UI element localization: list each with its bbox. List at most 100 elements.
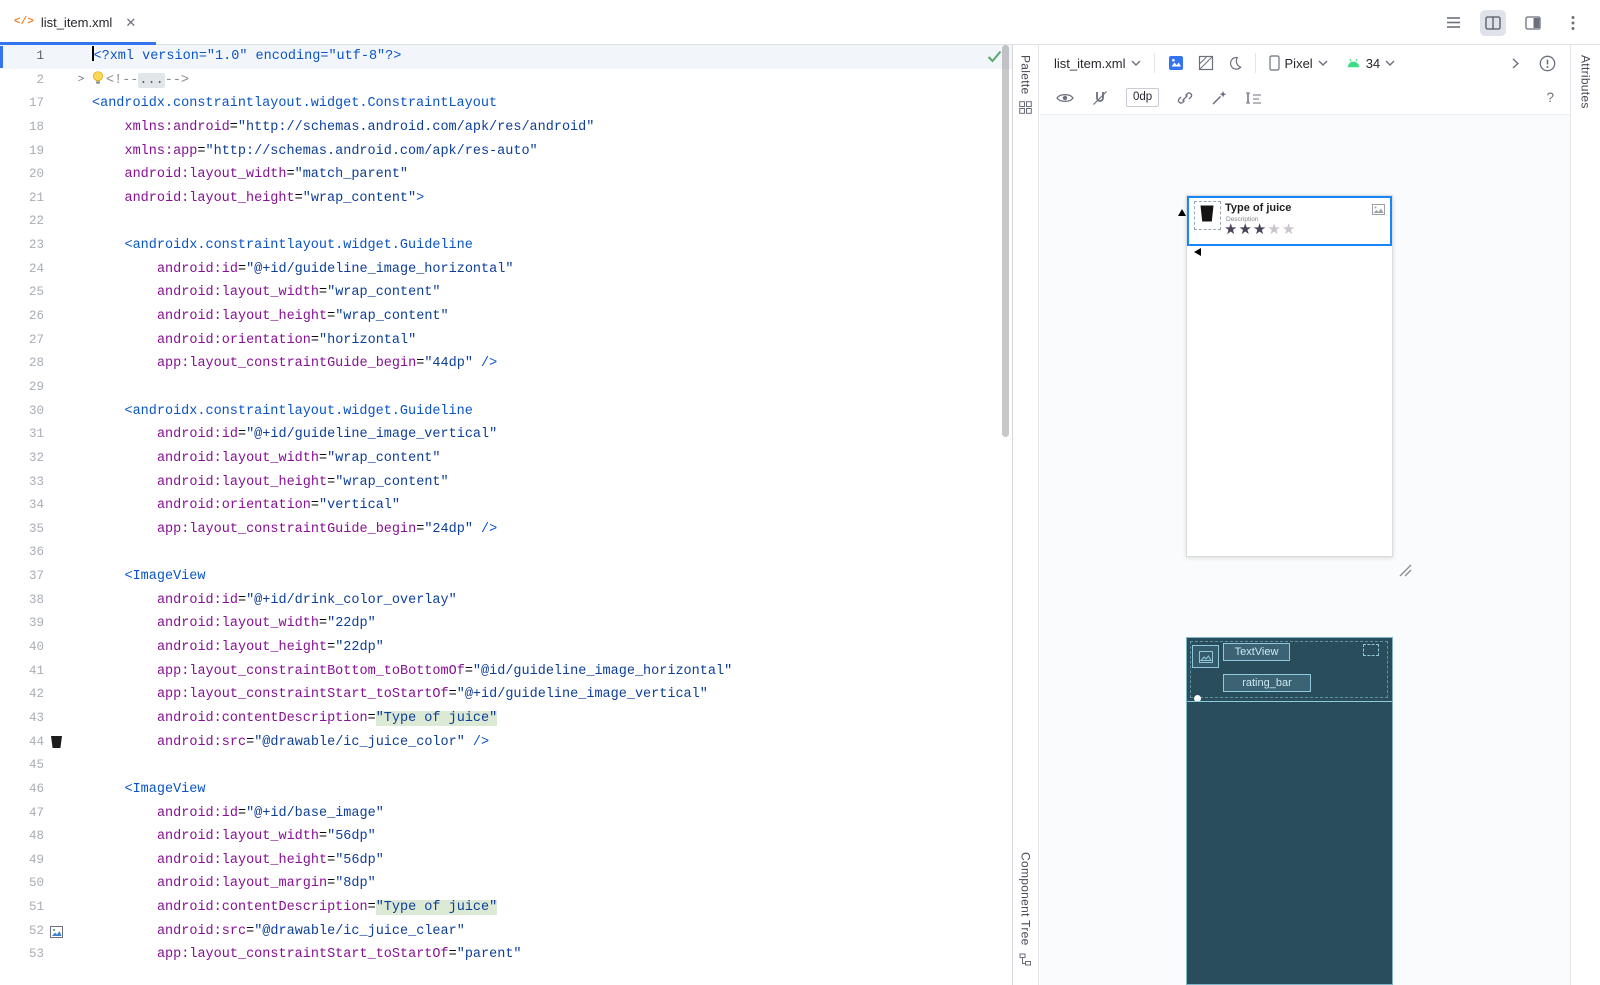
juice-glass-icon[interactable] [1199,204,1215,228]
code-line[interactable]: 35app:layout_constraintGuide_begin="24dp… [0,518,1012,542]
code-text [92,210,1012,234]
gutter-icon-slot [44,329,70,353]
code-line[interactable]: 27android:orientation="horizontal" [0,329,1012,353]
code-line[interactable]: 40android:layout_height="22dp" [0,636,1012,660]
code-line[interactable]: 49android:layout_height="56dp" [0,849,1012,873]
design-file-selector[interactable]: list_item.xml [1054,56,1141,71]
more-options-icon[interactable] [1560,10,1586,36]
palette-tab[interactable]: Palette [1013,55,1038,119]
code-line[interactable]: 25android:layout_width="wrap_content" [0,281,1012,305]
code-line[interactable]: 53app:layout_constraintStart_toStartOf="… [0,943,1012,967]
palette-tab-label: Palette [1019,55,1033,94]
code-line[interactable]: 18xmlns:android="http://schemas.android.… [0,116,1012,140]
gutter-icon-slot [44,281,70,305]
code-line[interactable]: 50android:layout_margin="8dp" [0,872,1012,896]
design-surface-icon[interactable] [1168,55,1184,71]
code-line[interactable]: 30<androidx.constraintlayout.widget.Guid… [0,400,1012,424]
view-options-eye-icon[interactable] [1056,92,1074,104]
code-line[interactable]: 28app:layout_constraintGuide_begin="44dp… [0,352,1012,376]
inspections-ok-icon[interactable] [987,50,1002,68]
code-line[interactable]: 17<androidx.constraintlayout.widget.Cons… [0,92,1012,116]
autoconnect-off-magnet-icon[interactable] [1092,90,1108,106]
code-line[interactable]: 42app:layout_constraintStart_toStartOf="… [0,683,1012,707]
blueprint-mode-icon[interactable] [1198,55,1214,71]
star-icon[interactable]: ★ [1253,221,1267,238]
code-line[interactable]: 43android:contentDescription="Type of ju… [0,707,1012,731]
issues-indicator-icon[interactable] [1539,55,1556,72]
code-line[interactable]: 38android:id="@+id/drink_color_overlay" [0,589,1012,613]
device-selector[interactable]: Pixel [1269,55,1328,71]
attributes-tab[interactable]: Attributes [1571,55,1600,109]
code-line[interactable]: 52android:src="@drawable/ic_juice_clear" [0,920,1012,944]
code-text: android:orientation="vertical" [92,494,1012,518]
file-structure-icon[interactable] [1440,10,1466,36]
blueprint-view[interactable]: TextView rating_bar [1186,637,1393,985]
tab-close-icon[interactable]: ✕ [125,16,136,29]
code-line[interactable]: 20android:layout_width="match_parent" [0,163,1012,187]
help-button[interactable]: ? [1546,90,1554,105]
code-editor[interactable]: 1<?xml version="1.0" encoding="utf-8"?>2… [0,45,1012,985]
fold-marker [70,612,92,636]
component-tree-tab[interactable]: Component Tree [1013,852,1038,971]
code-line[interactable]: 31android:id="@+id/guideline_image_verti… [0,423,1012,447]
code-line[interactable]: 36 [0,541,1012,565]
selected-list-item[interactable]: Type of juice Description ★★★★★ [1187,196,1392,246]
editor-scrollbar[interactable] [1002,45,1009,437]
code-line[interactable]: 22 [0,210,1012,234]
code-line[interactable]: 37<ImageView [0,565,1012,589]
gutter-icon-slot[interactable] [44,731,70,755]
code-line[interactable]: 45 [0,754,1012,778]
text-size-icon[interactable] [1245,91,1262,105]
infer-constraints-wand-icon[interactable] [1211,90,1227,106]
code-line[interactable]: 1<?xml version="1.0" encoding="utf-8"?> [0,45,1012,69]
code-line[interactable]: 19xmlns:app="http://schemas.android.com/… [0,140,1012,164]
code-line[interactable]: 34android:orientation="vertical" [0,494,1012,518]
code-line[interactable]: 33android:layout_height="wrap_content" [0,471,1012,495]
code-line[interactable]: 41app:layout_constraintBottom_toBottomOf… [0,660,1012,684]
star-icon[interactable]: ★ [1267,221,1281,238]
attributes-tab-label: Attributes [1579,55,1593,109]
item-image-placeholder-icon[interactable] [1372,202,1385,220]
design-surface[interactable]: Type of juice Description ★★★★★ [1040,115,1570,985]
fold-marker [70,423,92,447]
next-preview-icon[interactable] [1512,58,1519,69]
code-line[interactable]: 46<ImageView [0,778,1012,802]
fold-marker [70,352,92,376]
code-line[interactable]: 32android:layout_width="wrap_content" [0,447,1012,471]
code-line[interactable]: 2><!--...--> [0,69,1012,93]
tab-list-item-xml[interactable]: </> list_item.xml ✕ [0,0,150,44]
code-line[interactable]: 23<androidx.constraintlayout.widget.Guid… [0,234,1012,258]
preview-resize-handle[interactable] [1396,561,1412,582]
gutter-icon-slot [44,612,70,636]
code-text: android:layout_height="wrap_content"> [92,187,1012,211]
code-line[interactable]: 51android:contentDescription="Type of ju… [0,896,1012,920]
layout-preview-card[interactable]: Type of juice Description ★★★★★ [1186,195,1393,557]
code-line[interactable]: 48android:layout_width="56dp" [0,825,1012,849]
star-icon[interactable]: ★ [1238,221,1252,238]
code-line[interactable]: 44android:src="@drawable/ic_juice_color"… [0,731,1012,755]
code-line[interactable]: 24android:id="@+id/guideline_image_horiz… [0,258,1012,282]
night-mode-icon[interactable] [1228,56,1242,70]
code-line[interactable]: 39android:layout_width="22dp" [0,612,1012,636]
api-level-selector[interactable]: 34 [1346,56,1395,71]
code-line[interactable]: 29 [0,376,1012,400]
fold-marker[interactable]: > [70,69,92,93]
split-editor-mode-icon[interactable] [1480,10,1506,36]
line-number: 19 [0,140,44,164]
star-icon[interactable]: ★ [1282,221,1296,238]
code-line[interactable]: 21android:layout_height="wrap_content"> [0,187,1012,211]
clear-constraints-icon[interactable] [1177,90,1193,106]
code-line[interactable]: 26android:layout_height="wrap_content" [0,305,1012,329]
default-margin-selector[interactable]: 0dp [1126,88,1159,107]
blueprint-imageview-icon[interactable] [1192,645,1219,668]
star-icon[interactable]: ★ [1224,221,1238,238]
line-number: 48 [0,825,44,849]
code-line[interactable]: 47android:id="@+id/base_image" [0,802,1012,826]
gutter-icon-slot [44,825,70,849]
blueprint-textview-label[interactable]: TextView [1223,643,1290,661]
blueprint-ratingbar-label[interactable]: rating_bar [1223,674,1311,692]
design-editor-mode-icon[interactable] [1520,10,1546,36]
bulb-icon[interactable] [92,71,104,85]
line-number: 36 [0,541,44,565]
gutter-icon-slot[interactable] [44,920,70,944]
